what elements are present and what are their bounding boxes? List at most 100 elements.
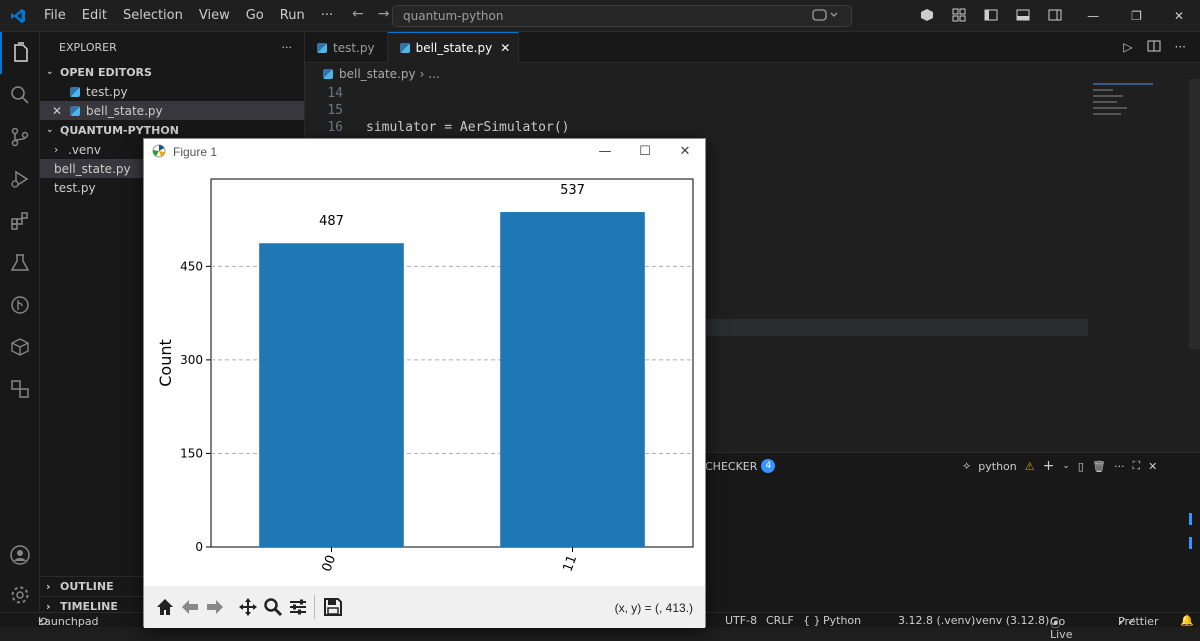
run-debug-icon[interactable] (0, 158, 40, 200)
file-item-label: bell_state.py (54, 161, 131, 176)
bar-00[interactable] (259, 243, 404, 547)
subplots-sliders-icon[interactable] (285, 592, 310, 622)
x-tick-label: 11 (561, 553, 581, 574)
terminal-name[interactable]: python (978, 460, 1016, 473)
save-floppy-icon[interactable] (320, 592, 345, 622)
open-editor-item-test[interactable]: test.py (40, 82, 304, 101)
close-icon[interactable]: ✕ (500, 41, 510, 55)
back-arrow-icon[interactable] (177, 592, 202, 622)
back-arrow-icon[interactable]: ← (352, 6, 364, 22)
run-file-icon[interactable]: ▷ (1123, 40, 1132, 54)
remote-explorer-icon[interactable] (0, 368, 40, 410)
git-graph-icon[interactable] (0, 284, 40, 326)
cursor-coordinates: (x, y) = (, 413.) (614, 601, 693, 615)
chevron-down-icon[interactable]: ⌄ (1062, 461, 1070, 471)
new-terminal-icon[interactable]: + (1043, 458, 1055, 474)
explorer-more-button[interactable]: ··· (282, 41, 293, 54)
line-highlight (705, 319, 1088, 336)
toggle-primary-sidebar-icon[interactable] (975, 8, 1007, 25)
status-braces[interactable]: { } (803, 614, 821, 627)
forward-arrow-icon[interactable]: → (378, 6, 390, 22)
terminal-icon: ⟡ (963, 459, 971, 472)
status-env[interactable]: .venv (3.12.8) (972, 614, 1049, 627)
minimap[interactable] (1093, 79, 1183, 129)
bar-data-label: 487 (319, 214, 344, 229)
y-tick-label: 450 (180, 259, 203, 273)
copilot-icon[interactable] (812, 7, 838, 26)
accounts-icon[interactable] (911, 8, 943, 25)
explorer-icon[interactable] (0, 32, 40, 74)
status-interpreter[interactable]: 3.12.8 (.venv) (898, 614, 975, 627)
figure-close-icon[interactable]: ✕ (665, 139, 705, 165)
command-center-search[interactable]: quantum-python (392, 5, 852, 27)
figure-window: Figure 1 — ☐ ✕ 487 537 0 150 300 450 00 11 Co… (143, 138, 706, 628)
tab-label: bell_state.py (415, 41, 493, 55)
tab-test-py[interactable]: test.py (305, 32, 388, 63)
account-icon[interactable] (0, 534, 40, 576)
chevron-right-icon: › (46, 580, 51, 593)
problems-count-badge: 4 (761, 459, 776, 473)
problems-tab-label[interactable]: CHECKER (705, 460, 757, 473)
breadcrumb: bell_state.py › ... (305, 63, 1200, 85)
menu-view[interactable]: View (191, 8, 238, 23)
menu-file[interactable]: File (36, 8, 74, 23)
breadcrumb-rest[interactable]: ... (428, 67, 439, 81)
figure-minimize-icon[interactable]: — (585, 139, 625, 165)
extensions-icon[interactable] (0, 200, 40, 242)
home-icon[interactable] (152, 592, 177, 622)
editor-scrollbar[interactable] (1189, 79, 1200, 349)
bar-11[interactable] (500, 212, 645, 548)
python-file-icon (323, 69, 333, 79)
status-encoding[interactable]: UTF-8 (725, 614, 757, 627)
menu-selection[interactable]: Selection (115, 8, 191, 23)
status-language[interactable]: Python (823, 614, 861, 627)
close-panel-icon[interactable]: ✕ (1148, 460, 1157, 473)
manage-gear-icon[interactable] (0, 574, 40, 616)
figure-maximize-icon[interactable]: ☐ (625, 139, 665, 165)
menu-more[interactable]: ··· (313, 8, 341, 23)
close-window-icon[interactable]: ✕ (1158, 9, 1200, 23)
bar-chart[interactable]: 487 537 0 150 300 450 00 11 Count (144, 166, 705, 586)
menu-edit[interactable]: Edit (74, 8, 115, 23)
breadcrumb-file[interactable]: bell_state.py (339, 67, 416, 81)
scroll-marker (1189, 513, 1192, 525)
title-bar: File Edit Selection View Go Run ··· ← → … (0, 0, 1200, 32)
warning-icon: ⚠ (1024, 459, 1035, 473)
bar-data-label: 537 (560, 183, 585, 198)
status-eol[interactable]: CRLF (766, 614, 794, 627)
tab-bell-state-py[interactable]: bell_state.py ✕ (387, 32, 520, 63)
more-actions-icon[interactable]: ··· (1114, 460, 1125, 473)
menu-go[interactable]: Go (238, 8, 272, 23)
package-box-icon[interactable] (0, 326, 40, 368)
restore-window-icon[interactable]: ❐ (1115, 9, 1158, 23)
menu-run[interactable]: Run (272, 8, 313, 23)
open-editor-item-bell-state[interactable]: ✕ bell_state.py (40, 101, 304, 120)
minimize-window-icon[interactable]: — (1071, 9, 1115, 23)
toggle-secondary-sidebar-icon[interactable] (1039, 8, 1071, 25)
workspace-section[interactable]: ⌄ QUANTUM-PYTHON (40, 120, 304, 140)
line-number: 15 (327, 103, 343, 118)
customize-layout-icon[interactable] (943, 8, 975, 25)
toggle-panel-icon[interactable] (1007, 8, 1039, 25)
open-editors-section[interactable]: ⌄ OPEN EDITORS (40, 62, 304, 82)
pan-move-icon[interactable] (235, 592, 260, 622)
search-icon[interactable] (0, 74, 40, 116)
maximize-panel-icon[interactable]: ⛶ (1132, 459, 1140, 473)
open-editors-label: OPEN EDITORS (60, 65, 152, 79)
line-number: 16 (327, 120, 343, 135)
outline-label: OUTLINE (60, 580, 114, 593)
forward-arrow-icon[interactable] (202, 592, 227, 622)
notifications-bell-icon[interactable]: 🔔 (1180, 614, 1194, 627)
tab-label: test.py (333, 40, 375, 55)
split-terminal-icon[interactable]: ▯ (1078, 460, 1084, 473)
close-icon[interactable]: ✕ (52, 104, 70, 118)
testing-flask-icon[interactable] (0, 242, 40, 284)
source-control-icon[interactable] (0, 116, 40, 158)
more-actions-icon[interactable]: ··· (1175, 40, 1186, 54)
trash-icon[interactable]: 🗑 (1092, 460, 1106, 473)
python-file-icon (399, 43, 410, 53)
prettier-label: Prettier (1118, 615, 1159, 628)
python-file-icon (317, 42, 327, 53)
zoom-magnifier-icon[interactable] (260, 592, 285, 622)
split-editor-icon[interactable] (1147, 39, 1161, 56)
